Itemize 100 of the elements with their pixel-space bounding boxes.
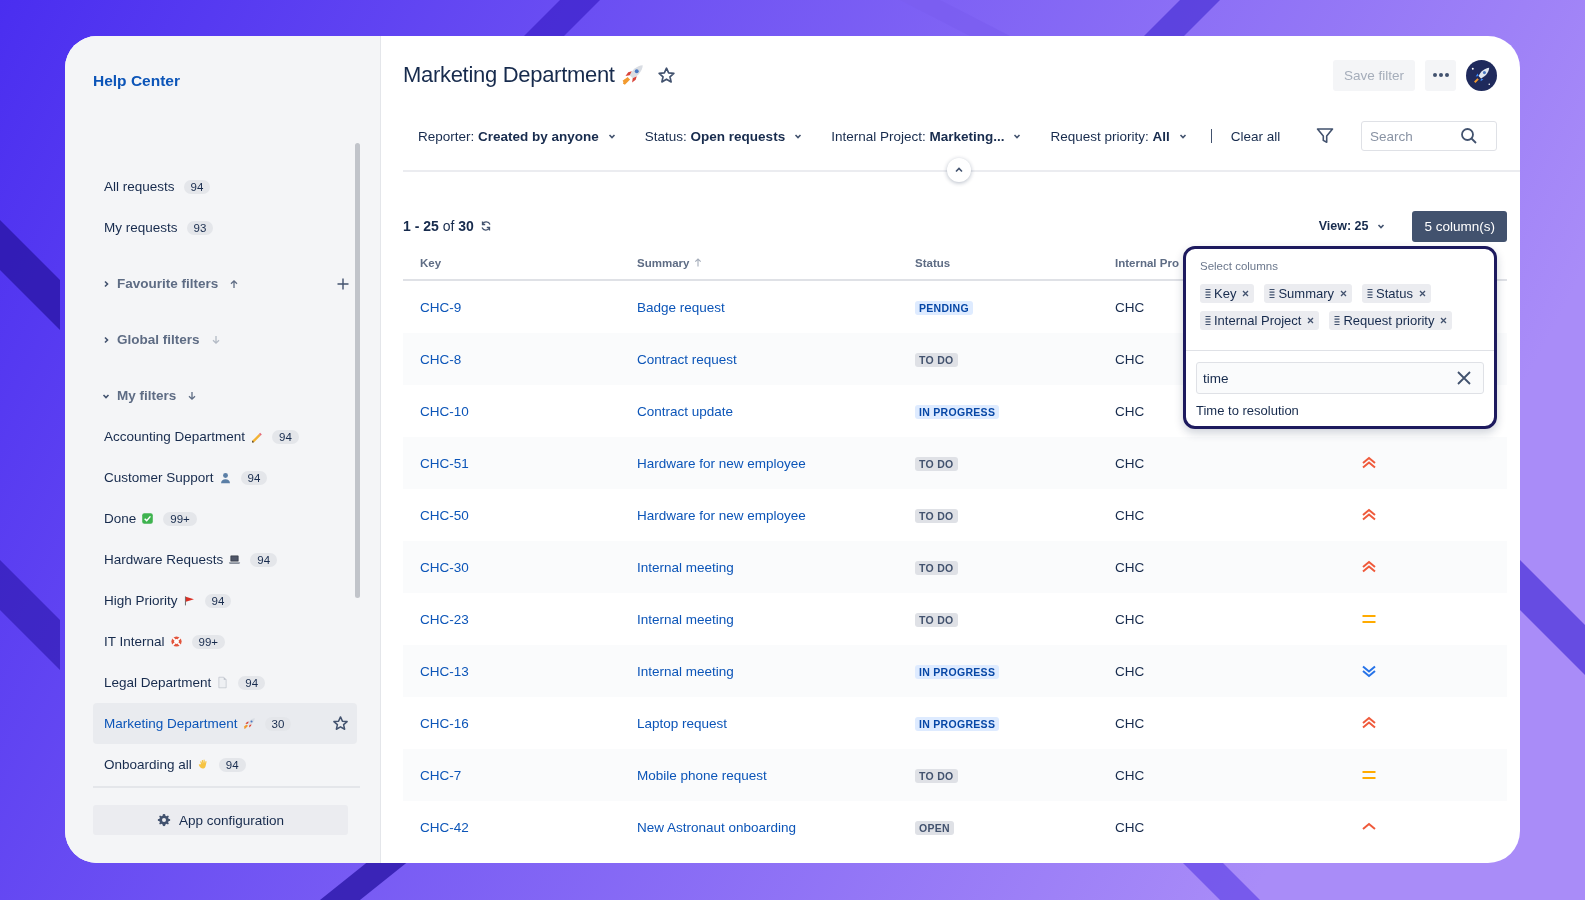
column-tag[interactable]: Internal Project — [1200, 311, 1320, 330]
app-title[interactable]: Help Center — [93, 72, 180, 90]
sidebar-item[interactable]: IT Internal 99+ — [93, 621, 357, 662]
summary-link[interactable]: Mobile phone request — [637, 767, 767, 783]
rocket-icon — [242, 717, 256, 730]
sidebar-item[interactable]: Marketing Department 30 — [93, 703, 357, 744]
status-label: OPEN — [915, 820, 954, 835]
column-tag[interactable]: Request priority — [1329, 311, 1453, 330]
rocket-icon — [620, 63, 645, 87]
issue-key-link[interactable]: CHC-10 — [420, 403, 469, 419]
table-cell: CHC — [1115, 663, 1145, 679]
remove-icon[interactable] — [1307, 317, 1315, 324]
filter-icon[interactable] — [1315, 126, 1335, 146]
more-icon — [1431, 72, 1450, 78]
column-tag[interactable]: Key — [1200, 284, 1255, 303]
drag-handle-icon — [1367, 288, 1374, 299]
issue-key-link[interactable]: CHC-50 — [420, 507, 469, 523]
view-dropdown[interactable]: View: 25 — [1318, 219, 1387, 233]
column-search-box[interactable]: time — [1196, 362, 1484, 394]
remove-icon[interactable] — [1242, 290, 1250, 297]
sidebar-item[interactable]: High Priority 94 — [93, 580, 357, 621]
scrollbar[interactable] — [355, 143, 360, 598]
issue-key-link[interactable]: CHC-8 — [420, 351, 462, 367]
status-label: TO DO — [915, 612, 958, 627]
refresh-icon[interactable] — [479, 220, 492, 232]
summary-link[interactable]: Badge request — [637, 299, 725, 315]
issue-key-link[interactable]: CHC-13 — [420, 663, 469, 679]
status-label: TO DO — [915, 508, 958, 523]
issue-key-link[interactable]: CHC-7 — [420, 767, 462, 783]
summary-link[interactable]: Internal meeting — [637, 611, 734, 627]
search-field[interactable]: Search — [1370, 128, 1460, 144]
flag-icon — [182, 594, 196, 607]
issue-key-link[interactable]: CHC-42 — [420, 819, 469, 835]
status-label: TO DO — [915, 560, 958, 575]
column-header[interactable]: Status — [915, 256, 951, 269]
column-header[interactable]: Summary — [637, 256, 690, 269]
sidebar-item[interactable]: Hardware Requests 94 — [93, 539, 357, 580]
issue-key-link[interactable]: CHC-16 — [420, 715, 469, 731]
count-badge: 94 — [240, 470, 268, 485]
issue-key-link[interactable]: CHC-30 — [420, 559, 469, 575]
add-icon[interactable] — [337, 277, 349, 290]
status-label: TO DO — [915, 352, 958, 367]
table-cell: CHC — [1115, 611, 1145, 627]
column-header[interactable]: Key — [420, 256, 442, 269]
remove-icon[interactable] — [1418, 290, 1426, 297]
section-header[interactable]: My filters — [101, 388, 198, 403]
summary-link[interactable]: Internal meeting — [637, 559, 734, 575]
arrow-up-icon[interactable] — [229, 278, 240, 289]
check-icon — [141, 512, 155, 525]
close-icon[interactable] — [1457, 371, 1471, 385]
table-cell: CHC — [1115, 299, 1145, 315]
column-option[interactable]: Time to resolution — [1186, 394, 1494, 426]
column-tag[interactable]: Summary — [1264, 284, 1353, 303]
summary-link[interactable]: New Astronaut onboarding — [637, 819, 797, 835]
sidebar-item[interactable]: Accounting Department 94 — [93, 416, 357, 457]
filter-dropdown[interactable]: Status: Open requests — [644, 128, 804, 144]
sidebar-item[interactable]: Onboarding all 94 — [93, 744, 357, 785]
remove-icon[interactable] — [1340, 290, 1348, 297]
issue-key-link[interactable]: CHC-51 — [420, 455, 469, 471]
table-cell: CHC — [1115, 767, 1145, 783]
count-badge: 99+ — [191, 634, 226, 649]
arrow-down-icon[interactable] — [187, 390, 198, 401]
page-title: Marketing Department — [403, 62, 615, 88]
summary-link[interactable]: Contract request — [637, 351, 737, 367]
search-box[interactable]: Search — [1361, 121, 1497, 151]
filter-dropdown[interactable]: Internal Project: Marketing... — [831, 128, 1023, 144]
column-search-field[interactable]: time — [1203, 370, 1457, 386]
summary-link[interactable]: Laptop request — [637, 715, 728, 731]
sidebar-item[interactable]: Done 99+ — [93, 498, 357, 539]
star-icon[interactable] — [332, 715, 349, 732]
section-header[interactable]: Favourite filters — [101, 276, 240, 291]
status-label: PENDING — [915, 300, 973, 315]
section-header[interactable]: Global filters — [101, 332, 221, 347]
summary-link[interactable]: Hardware for new employee — [637, 455, 806, 471]
lifebuoy-icon — [169, 635, 183, 648]
issue-key-link[interactable]: CHC-23 — [420, 611, 469, 627]
filter-dropdown[interactable]: Request priority: All — [1050, 128, 1188, 144]
summary-link[interactable]: Contract update — [637, 403, 734, 419]
app-configuration-button[interactable]: App configuration — [93, 805, 348, 835]
count-badge: 94 — [250, 552, 278, 567]
table-cell: CHC — [1115, 351, 1145, 367]
summary-link[interactable]: Internal meeting — [637, 663, 734, 679]
count-badge: 94 — [183, 179, 211, 194]
sidebar-item[interactable]: All requests 94 — [93, 166, 357, 207]
avatar[interactable] — [1466, 59, 1497, 91]
star-icon[interactable] — [656, 65, 676, 85]
remove-icon[interactable] — [1440, 317, 1448, 324]
clear-all-link[interactable]: Clear all — [1230, 128, 1281, 144]
issue-key-link[interactable]: CHC-9 — [420, 299, 462, 315]
sidebar-item[interactable]: Legal Department 94 — [93, 662, 357, 703]
summary-link[interactable]: Hardware for new employee — [637, 507, 806, 523]
more-button[interactable] — [1425, 59, 1456, 91]
sidebar-item[interactable]: Customer Support 94 — [93, 457, 357, 498]
filter-dropdown[interactable]: Reporter: Created by anyone — [418, 128, 617, 144]
columns-button[interactable]: 5 column(s) — [1412, 210, 1507, 242]
sidebar-item[interactable]: My requests 93 — [93, 207, 357, 248]
column-tag[interactable]: Status — [1362, 284, 1431, 303]
column-header[interactable]: Internal Pro — [1115, 256, 1179, 269]
status-label: TO DO — [915, 768, 958, 783]
pencil-icon — [250, 430, 264, 443]
